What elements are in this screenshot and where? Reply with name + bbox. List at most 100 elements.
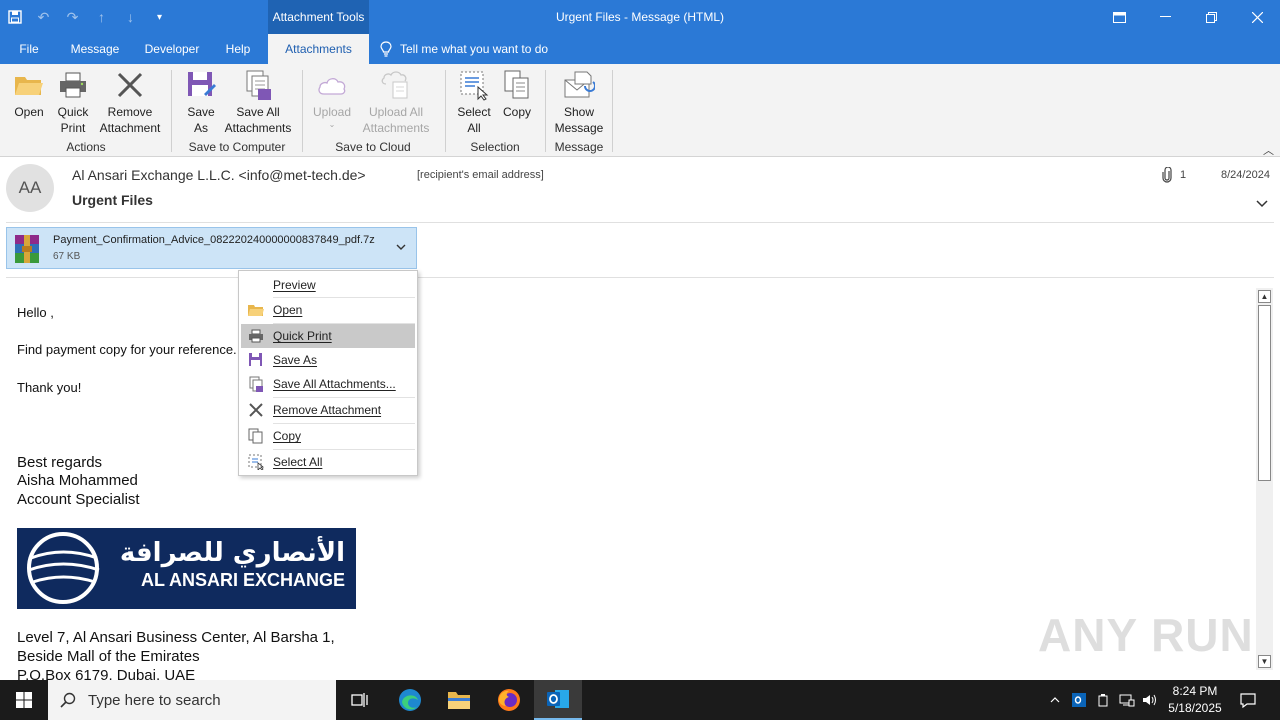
menu-item-remove-attachment[interactable]: Remove Attachment bbox=[241, 398, 415, 422]
tab-attachments[interactable]: Attachments bbox=[268, 34, 369, 64]
chevron-down-icon[interactable] bbox=[1256, 196, 1268, 211]
show-message-label-2: Message bbox=[554, 121, 604, 135]
tab-file[interactable]: File bbox=[8, 34, 50, 64]
windows-start-icon[interactable] bbox=[0, 680, 48, 720]
body-regards: Best regards bbox=[17, 454, 103, 471]
menu-item-open[interactable]: Open bbox=[241, 298, 415, 322]
power-tray-icon[interactable] bbox=[1094, 680, 1112, 720]
save-as-icon bbox=[241, 348, 271, 372]
open-button[interactable]: Open bbox=[8, 68, 50, 120]
close-button[interactable] bbox=[1234, 0, 1280, 34]
save-as-icon bbox=[184, 68, 218, 102]
group-separator bbox=[612, 70, 613, 152]
company-logo: الأنصاري للصرافة AL ANSARI EXCHANGE bbox=[17, 528, 356, 609]
show-hidden-icons-chevron[interactable] bbox=[1046, 680, 1064, 720]
logo-english-text: AL ANSARI EXCHANGE bbox=[140, 570, 345, 590]
title-bar: ↶ ↷ ↑ ↓ ▾ Attachment Tools Urgent Files … bbox=[0, 0, 1280, 34]
tell-me-box[interactable]: Tell me what you want to do bbox=[380, 34, 548, 64]
body-signature-role: Account Specialist bbox=[17, 491, 140, 508]
preview-icon bbox=[241, 273, 271, 297]
tab-developer[interactable]: Developer bbox=[136, 34, 208, 64]
network-icon[interactable] bbox=[1118, 680, 1136, 720]
watermark: ANY RUN bbox=[1038, 609, 1254, 661]
save-all-label-1: Save All bbox=[236, 105, 280, 119]
attachment-count: 1 bbox=[1180, 169, 1187, 181]
save-as-button[interactable]: Save As bbox=[180, 68, 222, 136]
subject: Urgent Files bbox=[72, 192, 153, 208]
body-line: Find payment copy for your reference. bbox=[17, 342, 237, 357]
upload-all-attachments-button[interactable]: Upload All Attachments bbox=[358, 68, 434, 136]
address-line-1: Level 7, Al Ansari Business Center, Al B… bbox=[17, 629, 335, 646]
menu-item-preview[interactable]: Preview bbox=[241, 273, 415, 297]
menu-item-save-all-attachments[interactable]: Save All Attachments... bbox=[241, 372, 415, 396]
sender[interactable]: Al Ansari Exchange L.L.C. <info@met-tech… bbox=[72, 167, 366, 183]
save-as-label-2: As bbox=[193, 121, 208, 135]
firefox-icon[interactable] bbox=[485, 680, 533, 720]
ribbon-tabs: File Message Developer Help Attachments … bbox=[0, 34, 1280, 64]
file-explorer-icon[interactable] bbox=[435, 680, 483, 720]
taskbar: Type here to search 8:24 PM 5/18/2025 bbox=[0, 680, 1280, 720]
group-separator bbox=[545, 70, 546, 152]
ribbon-display-options-icon[interactable] bbox=[1096, 0, 1142, 34]
show-message-button[interactable]: Show Message bbox=[552, 68, 606, 136]
task-view-icon[interactable] bbox=[336, 680, 384, 720]
recipient[interactable]: [recipient's email address] bbox=[417, 169, 544, 181]
remove-attachment-button[interactable]: Remove Attachment bbox=[96, 68, 164, 136]
notifications-icon[interactable] bbox=[1236, 680, 1260, 720]
attachment-tools-header: Attachment Tools bbox=[268, 0, 369, 34]
group-save-to-computer: Save to Computer bbox=[188, 140, 286, 154]
attachment-size: 67 KB bbox=[53, 251, 81, 262]
scroll-down-icon[interactable]: ▼ bbox=[1258, 655, 1271, 668]
taskbar-search[interactable]: Type here to search bbox=[48, 680, 336, 720]
outlook-tray-icon[interactable] bbox=[1070, 680, 1088, 720]
search-icon bbox=[48, 692, 88, 708]
collapse-ribbon-icon[interactable]: ︿ bbox=[1263, 142, 1274, 158]
select-all-button[interactable]: Select All bbox=[452, 68, 496, 136]
menu-item-copy[interactable]: Copy bbox=[241, 424, 415, 448]
attachment-item[interactable]: Payment_Confirmation_Advice_082220240000… bbox=[6, 227, 417, 269]
next-item-icon[interactable]: ↓ bbox=[116, 0, 145, 34]
tab-help[interactable]: Help bbox=[216, 34, 260, 64]
save-all-attachments-icon bbox=[241, 68, 275, 102]
attachment-dropdown-icon[interactable] bbox=[396, 240, 406, 254]
upload-label: Upload bbox=[312, 105, 352, 119]
customize-qat-icon[interactable]: ▾ bbox=[145, 0, 174, 34]
volume-icon[interactable] bbox=[1141, 680, 1159, 720]
vertical-scrollbar[interactable]: ▲ ▼ bbox=[1256, 288, 1273, 670]
redo-icon[interactable]: ↷ bbox=[58, 0, 87, 34]
save-icon[interactable] bbox=[0, 0, 29, 34]
logo-arabic-text: الأنصاري للصرافة bbox=[119, 538, 345, 568]
clock-date: 5/18/2025 bbox=[1168, 701, 1222, 715]
scroll-up-icon[interactable]: ▲ bbox=[1258, 290, 1271, 303]
menu-item-quick-print[interactable]: Quick Print bbox=[241, 324, 415, 348]
body-signature-name: Aisha Mohammed bbox=[17, 472, 138, 489]
menu-item-select-all[interactable]: Select All bbox=[241, 450, 415, 474]
minimize-button[interactable] bbox=[1142, 0, 1188, 34]
undo-icon[interactable]: ↶ bbox=[29, 0, 58, 34]
clock-time: 8:24 PM bbox=[1172, 684, 1218, 698]
copy-button[interactable]: Copy bbox=[498, 68, 536, 120]
folder-open-icon bbox=[12, 68, 46, 102]
edge-browser-icon[interactable] bbox=[386, 680, 434, 720]
group-actions: Actions bbox=[66, 140, 106, 154]
restore-button[interactable] bbox=[1188, 0, 1234, 34]
body-thanks: Thank you! bbox=[17, 380, 82, 395]
previous-item-icon[interactable]: ↑ bbox=[87, 0, 116, 34]
cloud-icon bbox=[315, 68, 349, 102]
group-separator bbox=[302, 70, 303, 152]
quick-print-button[interactable]: Quick Print bbox=[52, 68, 94, 136]
upload-button[interactable]: Upload ⌄ bbox=[308, 68, 356, 130]
avatar: AA bbox=[6, 164, 54, 212]
taskbar-clock[interactable]: 8:24 PM 5/18/2025 bbox=[1160, 683, 1230, 717]
open-label: Open bbox=[14, 105, 44, 119]
remove-label-2: Attachment bbox=[99, 121, 161, 135]
save-all-attachments-button[interactable]: Save All Attachments bbox=[222, 68, 294, 136]
remove-x-icon bbox=[113, 68, 147, 102]
select-all-label-2: All bbox=[467, 121, 481, 135]
menu-item-save-as[interactable]: Save As bbox=[241, 348, 415, 372]
select-all-icon bbox=[241, 450, 271, 474]
tab-message[interactable]: Message bbox=[62, 34, 128, 64]
body-greeting: Hello , bbox=[17, 305, 54, 320]
scroll-thumb[interactable] bbox=[1258, 305, 1271, 481]
outlook-taskbar-icon[interactable] bbox=[534, 680, 582, 720]
